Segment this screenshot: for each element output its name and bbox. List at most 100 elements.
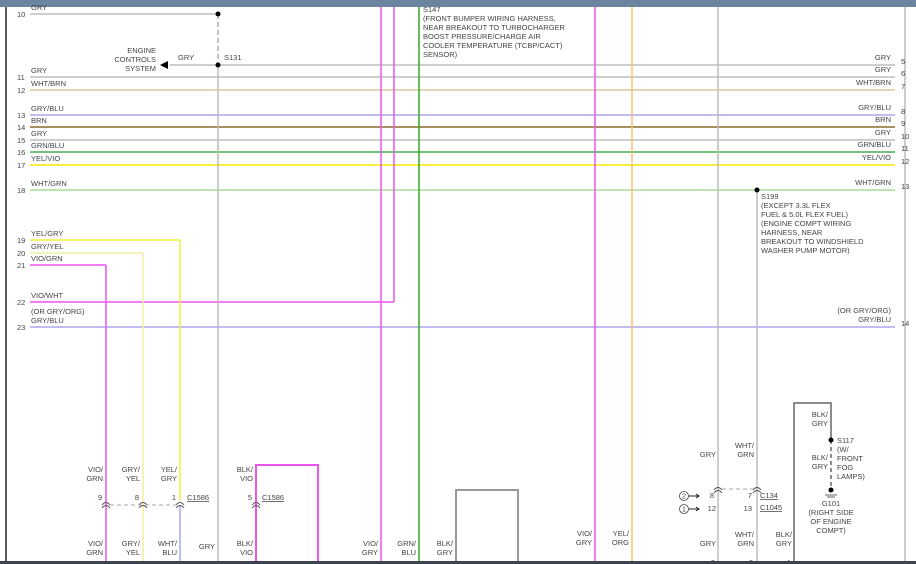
s117-label: (W/ [837,445,850,454]
connector-label: C1586 [262,493,284,502]
component-box [455,489,519,564]
wire-color-label: YEL/VIO [31,154,60,163]
pin-number: 13 [17,111,25,120]
s117-label: LAMPS) [837,472,865,481]
diagram-canvas: 10GRY11GRY12WHT/BRN13GRY/BLU14BRN15GRY16… [5,3,909,564]
wire-color-label: VIO/ [88,539,104,548]
wire-color-label: GRY [875,65,891,74]
wire-color-label: VIO/WHT [31,291,63,300]
arrow-icon [689,506,700,512]
wire-color-label: GRY [875,128,891,137]
wire-color-label: VIO/ [363,539,379,548]
pin-number: 22 [17,298,25,307]
splice-dot [215,62,221,68]
pin-number: 13 [744,504,752,513]
wire-color-label: GRY [178,53,194,62]
wire-color-label: GRY/ [122,539,141,548]
wire-color-label: GRY/BLU [31,104,64,113]
wire-color-label: GRY/BLU [31,316,64,325]
wire-color-label: YEL/ [161,465,178,474]
s199-label: BREAKOUT TO WINDSHIELD [761,237,864,246]
pin-number: 15 [17,136,25,145]
pin-number: 20 [17,249,25,258]
pin-number: 11 [17,73,25,82]
wire-color-label: WHT/GRN [31,179,67,188]
wire-color-label: BLK/ [237,465,254,474]
callout-number: 1 [682,505,686,514]
s147-label: S147 [423,5,441,14]
wire-color-label: GRN/ [397,539,417,548]
arrow-icon [689,493,700,499]
pin-number: 21 [17,261,25,270]
wire-color-label: VIO [240,548,253,557]
pin-number: 23 [17,323,25,332]
wire-color-label: WHT/ [158,539,178,548]
wire-alt-label: (OR GRY/ORG) [31,307,85,316]
s147-label: SENSOR) [423,50,458,59]
wire-color-label: VIO/GRN [31,254,63,263]
splice-dot [828,487,834,493]
wire-color-label: GRY [776,539,792,548]
wire-blk-vio-loop [255,464,319,564]
s199-label: (ENGINE COMPT WIRING [761,219,851,228]
wiring-diagram: 10 GRY 11 GRY 12 WHT/BRN 13 GRY/BLU 14 BRN 15 GRY 16… [0,0,916,564]
connector-label: C1586 [187,493,209,502]
splice-label: S131 [224,53,242,62]
pin-number: 10 [17,10,25,19]
wire-color-label: GRN [737,450,754,459]
engine-controls-label: ENGINE [127,46,156,55]
wire-color-label: GRY/YEL [31,242,63,251]
pin-number: 12 [901,157,909,166]
wire-color-label: GRY [31,129,47,138]
wire-color-label: GRY/BLU [858,103,891,112]
g101-label: OF ENGINE [810,517,851,526]
wire-color-label: BLK/ [776,530,793,539]
pin-number: 8 [901,107,905,116]
wire-color-label: GRY [875,53,891,62]
wire-color-label: GRN [737,539,754,548]
wire-color-label: ORG [612,538,629,547]
wire-color-label: GRY [812,462,828,471]
pin-number: 7 [748,491,752,500]
wire-color-label: WHT/GRN [855,178,891,187]
wire-color-label: WHT/BRN [856,78,891,87]
g101-label: G101 [822,499,840,508]
wire-color-label: GRY [812,419,828,428]
pin-number: 14 [17,123,25,132]
wire-color-label: GRY [161,474,177,483]
ground-icon [825,494,837,498]
wire-color-label: YEL [126,474,140,483]
pin-number: 1 [172,493,176,502]
wire-color-label: BLK/ [437,539,454,548]
wire-color-label: BLU [162,548,177,557]
wire-color-label: YEL [126,548,140,557]
s199-label: S199 [761,192,779,201]
pin-number: 14 [901,319,909,328]
wire-color-label: GRY [576,538,592,547]
s199-label: FUEL & 5.0L FLEX FUEL) [761,210,848,219]
pin-number: 16 [17,148,25,157]
s147-label: (FRONT BUMPER WIRING HARNESS, [423,14,556,23]
wire-color-label: GRN [86,548,103,557]
g101-label: COMPT) [816,526,846,535]
pin-number: 12 [708,504,716,513]
s117-label: FRONT [837,454,863,463]
wire-color-label: GRY [437,548,453,557]
g101-label: (RIGHT SIDE [808,508,853,517]
pin-number: 19 [17,236,25,245]
wire-color-label: GRN/BLU [858,140,891,149]
connector-label: C134 [760,491,778,500]
wire-color-label: BRN [875,115,891,124]
s199-label: WASHER PUMP MOTOR) [761,246,850,255]
engine-controls-label: CONTROLS [114,55,156,64]
wire-color-label: BLK/ [237,539,254,548]
wire-color-label: GRN/BLU [31,141,64,150]
arrow-icon [160,61,168,69]
s199-label: (EXCEPT 3.3L FLEX [761,201,831,210]
pin-number: 9 [901,119,905,128]
wire-color-label: BLK/ [812,410,829,419]
pin-number: 11 [901,144,909,153]
wire-color-label: YEL/GRY [31,229,63,238]
wire-color-label: GRY/BLU [858,315,891,324]
pin-number: 8 [710,491,714,500]
